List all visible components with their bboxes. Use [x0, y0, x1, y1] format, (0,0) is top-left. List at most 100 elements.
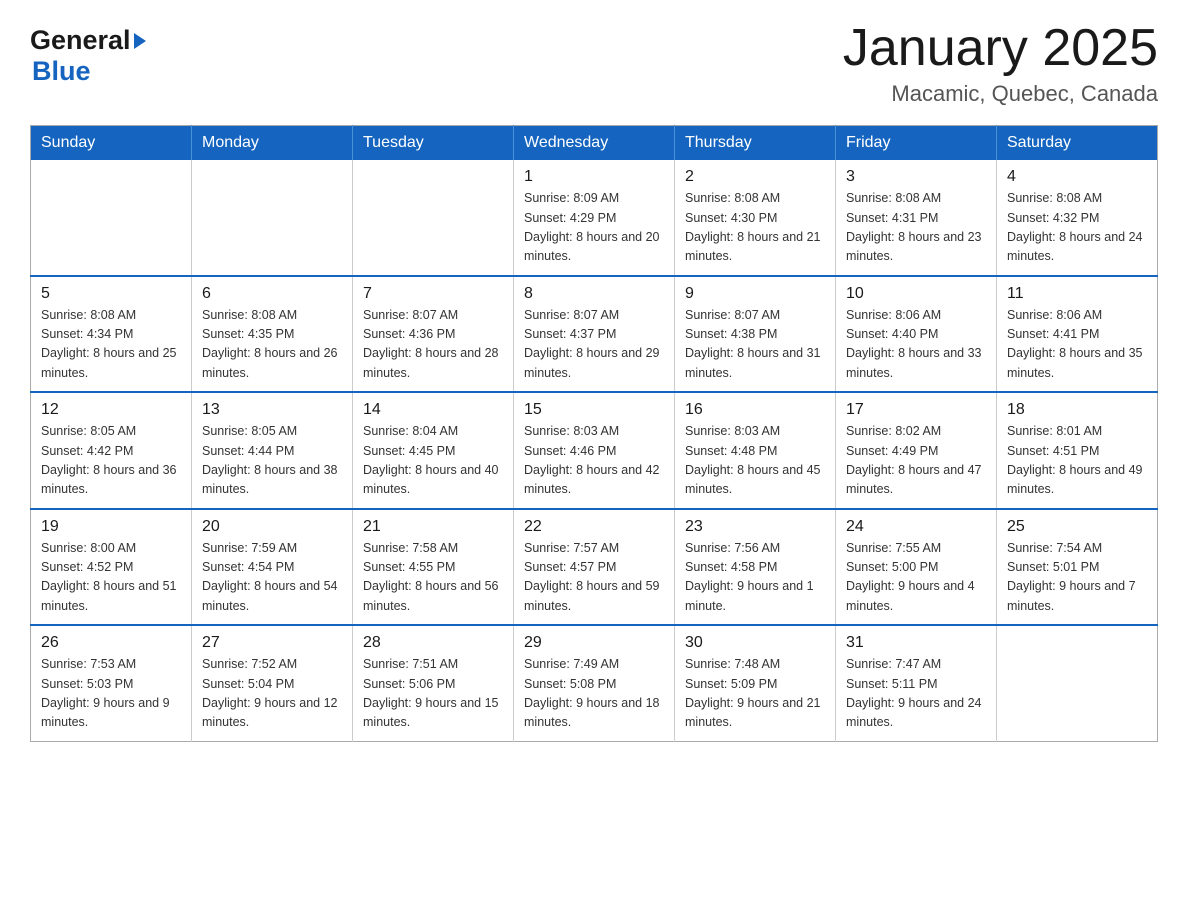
calendar-cell: 12 Sunrise: 8:05 AM Sunset: 4:42 PM Dayli…: [31, 392, 192, 509]
calendar-cell: 31 Sunrise: 7:47 AM Sunset: 5:11 PM Dayli…: [836, 625, 997, 741]
calendar-table: SundayMondayTuesdayWednesdayThursdayFrid…: [30, 125, 1158, 742]
logo: General Blue: [30, 20, 146, 87]
day-number: 15: [524, 401, 664, 419]
day-info: Sunrise: 8:06 AM Sunset: 4:40 PM Dayligh…: [846, 306, 986, 384]
day-number: 7: [363, 285, 503, 303]
calendar-cell: 21 Sunrise: 7:58 AM Sunset: 4:55 PM Dayli…: [353, 509, 514, 626]
day-number: 9: [685, 285, 825, 303]
day-number: 25: [1007, 518, 1147, 536]
day-info: Sunrise: 8:05 AM Sunset: 4:42 PM Dayligh…: [41, 422, 181, 500]
day-number: 26: [41, 634, 181, 652]
calendar-cell: 25 Sunrise: 7:54 AM Sunset: 5:01 PM Dayli…: [997, 509, 1158, 626]
day-info: Sunrise: 7:56 AM Sunset: 4:58 PM Dayligh…: [685, 539, 825, 617]
day-number: 13: [202, 401, 342, 419]
day-number: 8: [524, 285, 664, 303]
day-number: 31: [846, 634, 986, 652]
day-info: Sunrise: 7:47 AM Sunset: 5:11 PM Dayligh…: [846, 655, 986, 733]
day-info: Sunrise: 8:07 AM Sunset: 4:36 PM Dayligh…: [363, 306, 503, 384]
calendar-subtitle: Macamic, Quebec, Canada: [843, 81, 1158, 107]
calendar-cell: 15Sunrise: 8:03 AM Sunset: 4:46 PM Dayli…: [514, 392, 675, 509]
calendar-cell: 7 Sunrise: 8:07 AM Sunset: 4:36 PM Daylig…: [353, 276, 514, 393]
header-saturday: Saturday: [997, 126, 1158, 161]
calendar-cell: 8 Sunrise: 8:07 AM Sunset: 4:37 PM Daylig…: [514, 276, 675, 393]
day-number: 20: [202, 518, 342, 536]
day-number: 30: [685, 634, 825, 652]
calendar-cell: 24 Sunrise: 7:55 AM Sunset: 5:00 PM Dayli…: [836, 509, 997, 626]
day-info: Sunrise: 7:53 AM Sunset: 5:03 PM Dayligh…: [41, 655, 181, 733]
calendar-cell: 22 Sunrise: 7:57 AM Sunset: 4:57 PM Dayli…: [514, 509, 675, 626]
logo-blue-text: Blue: [32, 56, 91, 86]
day-info: Sunrise: 7:49 AM Sunset: 5:08 PM Dayligh…: [524, 655, 664, 733]
calendar-cell: 6Sunrise: 8:08 AM Sunset: 4:35 PM Daylig…: [192, 276, 353, 393]
calendar-cell: 16Sunrise: 8:03 AM Sunset: 4:48 PM Dayli…: [675, 392, 836, 509]
day-number: 5: [41, 285, 181, 303]
day-number: 11: [1007, 285, 1147, 303]
calendar-cell: 9 Sunrise: 8:07 AM Sunset: 4:38 PM Daylig…: [675, 276, 836, 393]
calendar-cell: 17 Sunrise: 8:02 AM Sunset: 4:49 PM Dayli…: [836, 392, 997, 509]
calendar-cell: 30 Sunrise: 7:48 AM Sunset: 5:09 PM Dayli…: [675, 625, 836, 741]
calendar-title: January 2025: [843, 20, 1158, 77]
header-thursday: Thursday: [675, 126, 836, 161]
calendar-cell: 11Sunrise: 8:06 AM Sunset: 4:41 PM Dayli…: [997, 276, 1158, 393]
day-number: 17: [846, 401, 986, 419]
logo-triangle-icon: [134, 33, 146, 49]
day-info: Sunrise: 8:08 AM Sunset: 4:30 PM Dayligh…: [685, 189, 825, 267]
header-tuesday: Tuesday: [353, 126, 514, 161]
calendar-cell: [353, 160, 514, 276]
calendar-cell: 20 Sunrise: 7:59 AM Sunset: 4:54 PM Dayli…: [192, 509, 353, 626]
day-number: 18: [1007, 401, 1147, 419]
day-info: Sunrise: 8:09 AM Sunset: 4:29 PM Dayligh…: [524, 189, 664, 267]
calendar-cell: [997, 625, 1158, 741]
calendar-cell: 10Sunrise: 8:06 AM Sunset: 4:40 PM Dayli…: [836, 276, 997, 393]
calendar-cell: 23 Sunrise: 7:56 AM Sunset: 4:58 PM Dayli…: [675, 509, 836, 626]
day-info: Sunrise: 7:58 AM Sunset: 4:55 PM Dayligh…: [363, 539, 503, 617]
day-number: 23: [685, 518, 825, 536]
day-number: 12: [41, 401, 181, 419]
header-friday: Friday: [836, 126, 997, 161]
logo-general-text: General: [30, 25, 131, 56]
day-info: Sunrise: 7:59 AM Sunset: 4:54 PM Dayligh…: [202, 539, 342, 617]
day-info: Sunrise: 8:08 AM Sunset: 4:34 PM Dayligh…: [41, 306, 181, 384]
day-number: 24: [846, 518, 986, 536]
day-info: Sunrise: 7:48 AM Sunset: 5:09 PM Dayligh…: [685, 655, 825, 733]
day-info: Sunrise: 8:00 AM Sunset: 4:52 PM Dayligh…: [41, 539, 181, 617]
calendar-header-row: SundayMondayTuesdayWednesdayThursdayFrid…: [31, 126, 1158, 161]
day-number: 22: [524, 518, 664, 536]
day-number: 3: [846, 168, 986, 186]
day-info: Sunrise: 8:07 AM Sunset: 4:38 PM Dayligh…: [685, 306, 825, 384]
calendar-cell: 1Sunrise: 8:09 AM Sunset: 4:29 PM Daylig…: [514, 160, 675, 276]
day-info: Sunrise: 8:01 AM Sunset: 4:51 PM Dayligh…: [1007, 422, 1147, 500]
title-block: January 2025 Macamic, Quebec, Canada: [843, 20, 1158, 107]
day-info: Sunrise: 7:54 AM Sunset: 5:01 PM Dayligh…: [1007, 539, 1147, 617]
day-info: Sunrise: 8:05 AM Sunset: 4:44 PM Dayligh…: [202, 422, 342, 500]
calendar-week-row: 12 Sunrise: 8:05 AM Sunset: 4:42 PM Dayli…: [31, 392, 1158, 509]
calendar-week-row: 5 Sunrise: 8:08 AM Sunset: 4:34 PM Daylig…: [31, 276, 1158, 393]
day-info: Sunrise: 8:08 AM Sunset: 4:31 PM Dayligh…: [846, 189, 986, 267]
calendar-cell: 26 Sunrise: 7:53 AM Sunset: 5:03 PM Dayli…: [31, 625, 192, 741]
day-number: 6: [202, 285, 342, 303]
calendar-cell: 2 Sunrise: 8:08 AM Sunset: 4:30 PM Daylig…: [675, 160, 836, 276]
calendar-cell: 5 Sunrise: 8:08 AM Sunset: 4:34 PM Daylig…: [31, 276, 192, 393]
day-info: Sunrise: 7:52 AM Sunset: 5:04 PM Dayligh…: [202, 655, 342, 733]
header-monday: Monday: [192, 126, 353, 161]
day-number: 14: [363, 401, 503, 419]
day-info: Sunrise: 8:03 AM Sunset: 4:48 PM Dayligh…: [685, 422, 825, 500]
header-sunday: Sunday: [31, 126, 192, 161]
day-number: 27: [202, 634, 342, 652]
calendar-cell: 3 Sunrise: 8:08 AM Sunset: 4:31 PM Daylig…: [836, 160, 997, 276]
calendar-week-row: 1Sunrise: 8:09 AM Sunset: 4:29 PM Daylig…: [31, 160, 1158, 276]
calendar-cell: 18 Sunrise: 8:01 AM Sunset: 4:51 PM Dayli…: [997, 392, 1158, 509]
day-info: Sunrise: 8:07 AM Sunset: 4:37 PM Dayligh…: [524, 306, 664, 384]
day-info: Sunrise: 8:04 AM Sunset: 4:45 PM Dayligh…: [363, 422, 503, 500]
day-number: 2: [685, 168, 825, 186]
day-info: Sunrise: 7:55 AM Sunset: 5:00 PM Dayligh…: [846, 539, 986, 617]
day-info: Sunrise: 7:57 AM Sunset: 4:57 PM Dayligh…: [524, 539, 664, 617]
day-number: 21: [363, 518, 503, 536]
day-number: 19: [41, 518, 181, 536]
calendar-cell: 19 Sunrise: 8:00 AM Sunset: 4:52 PM Dayli…: [31, 509, 192, 626]
calendar-cell: 13 Sunrise: 8:05 AM Sunset: 4:44 PM Dayli…: [192, 392, 353, 509]
calendar-cell: 14 Sunrise: 8:04 AM Sunset: 4:45 PM Dayli…: [353, 392, 514, 509]
day-info: Sunrise: 8:02 AM Sunset: 4:49 PM Dayligh…: [846, 422, 986, 500]
calendar-cell: 28Sunrise: 7:51 AM Sunset: 5:06 PM Dayli…: [353, 625, 514, 741]
calendar-cell: 27 Sunrise: 7:52 AM Sunset: 5:04 PM Dayli…: [192, 625, 353, 741]
